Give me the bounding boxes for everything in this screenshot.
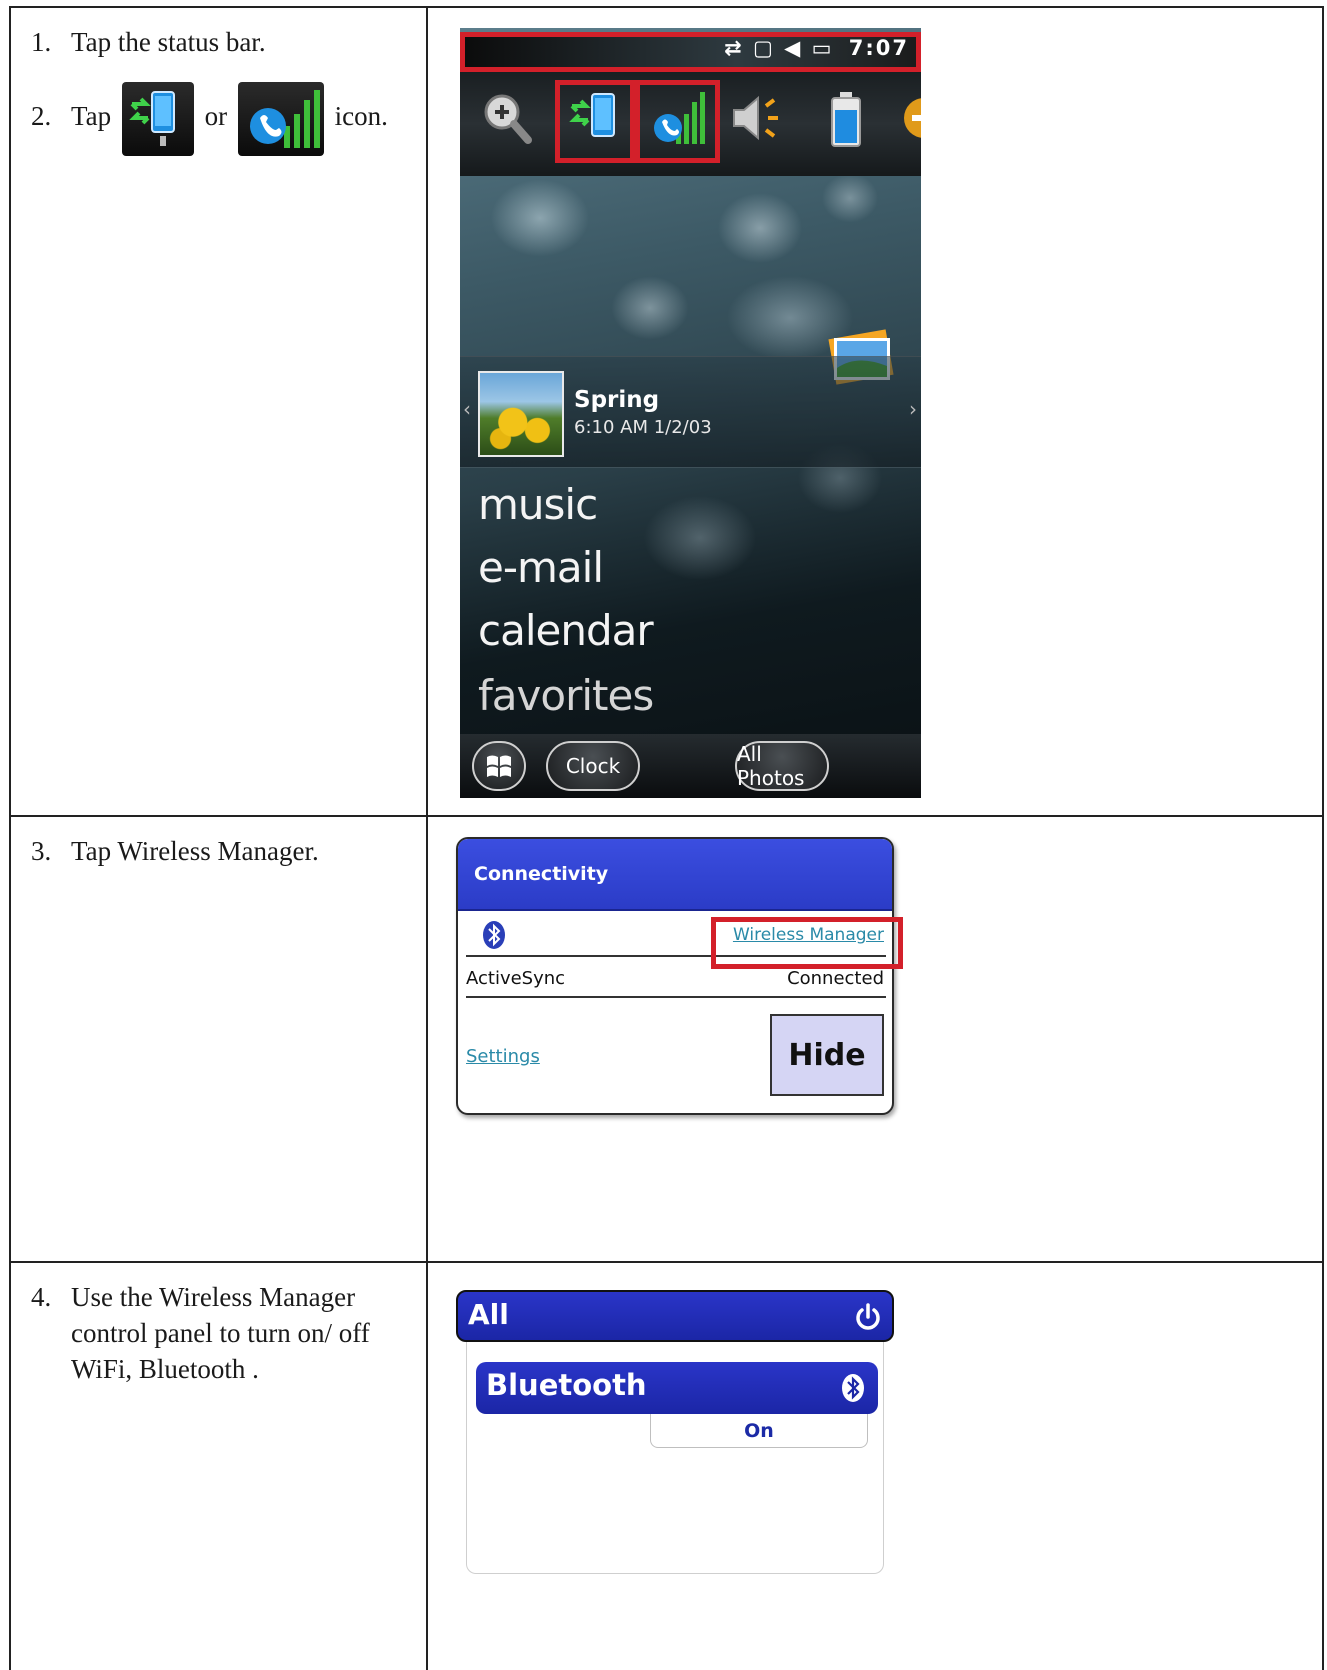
bluetooth-label: Bluetooth: [486, 1368, 647, 1402]
menu-item-email[interactable]: e-mail: [478, 543, 604, 592]
step-4-line-1: Use the Wireless Manager: [71, 1282, 356, 1312]
step-1-number: 1.: [31, 27, 52, 57]
phone-today-screen: ⇄ ▢ ◀ ▭ 7:07 ‹ Spring 6:10 AM 1/2/03 › m…: [460, 28, 921, 798]
all-label: All: [468, 1298, 509, 1331]
wireless-manager-highlight: [711, 917, 903, 969]
bluetooth-toggle-button[interactable]: Bluetooth: [476, 1362, 878, 1414]
step-1-text: Tap the status bar.: [71, 27, 266, 57]
connectivity-icon: [121, 81, 194, 156]
connectivity-icon-highlight: [555, 80, 635, 163]
all-radios-button[interactable]: All: [456, 1290, 894, 1342]
media-title: Spring: [574, 387, 660, 413]
softkey-bar: Clock All Photos: [460, 734, 921, 798]
step-4-number: 4.: [31, 1282, 52, 1312]
previous-arrow-icon[interactable]: ‹: [463, 397, 471, 421]
settings-link[interactable]: Settings: [466, 1046, 540, 1067]
signal-icon-highlight: [635, 80, 720, 163]
battery-icon[interactable]: [818, 88, 876, 150]
volume-icon[interactable]: [728, 88, 786, 150]
step-2-or: or: [204, 101, 228, 131]
bluetooth-icon: [840, 1372, 866, 1404]
step-4: 4. Use the Wireless Manager control panel…: [31, 1279, 370, 1387]
step-2: 2. Tap or icon.: [31, 76, 388, 156]
connectivity-title: Connectivity: [474, 863, 609, 885]
wireless-manager-panel: All Bluetooth On: [456, 1290, 894, 1574]
hide-button[interactable]: Hide: [770, 1014, 884, 1096]
activesync-label: ActiveSync: [466, 968, 566, 989]
menu-item-calendar[interactable]: calendar: [478, 606, 654, 655]
step-4-line-3: WiFi, Bluetooth .: [71, 1354, 259, 1384]
step-2-suffix: icon.: [334, 101, 388, 131]
next-arrow-icon[interactable]: ›: [909, 397, 917, 421]
media-subtitle: 6:10 AM 1/2/03: [574, 417, 712, 438]
clock-softkey[interactable]: Clock: [546, 741, 640, 791]
windows-start-button[interactable]: [472, 741, 526, 791]
media-strip[interactable]: ‹ Spring 6:10 AM 1/2/03 ›: [460, 356, 921, 468]
windows-start-icon: [487, 755, 511, 777]
media-thumbnail: [478, 371, 564, 457]
table-row-1: 1. Tap the status bar. 2. Tap or icon. ⇄…: [11, 8, 1322, 817]
step-2-number: 2.: [31, 101, 52, 131]
menu-item-favorites[interactable]: favorites: [478, 671, 654, 720]
menu-item-music[interactable]: music: [478, 480, 598, 529]
power-icon: [854, 1302, 882, 1332]
step-1: 1. Tap the status bar.: [31, 24, 266, 60]
step-3-number: 3.: [31, 836, 52, 866]
step-2-prefix: Tap: [71, 101, 112, 131]
connectivity-header: Connectivity: [458, 839, 892, 911]
bluetooth-icon[interactable]: [480, 920, 508, 950]
all-photos-softkey[interactable]: All Photos: [735, 741, 829, 791]
step-3-text: Tap Wireless Manager.: [71, 836, 319, 866]
signal-icon: [237, 81, 324, 156]
bluetooth-state: On: [650, 1414, 868, 1448]
activesync-status: Connected: [787, 968, 884, 989]
zoom-icon[interactable]: [478, 88, 536, 150]
status-bar-highlight: [460, 32, 921, 72]
connectivity-dialog: Connectivity Wireless Manager ActiveSync…: [456, 837, 894, 1115]
step-3: 3. Tap Wireless Manager.: [31, 833, 319, 869]
zoom-out-icon[interactable]: [898, 88, 921, 150]
step-4-line-2: control panel to turn on/ off: [71, 1318, 370, 1348]
